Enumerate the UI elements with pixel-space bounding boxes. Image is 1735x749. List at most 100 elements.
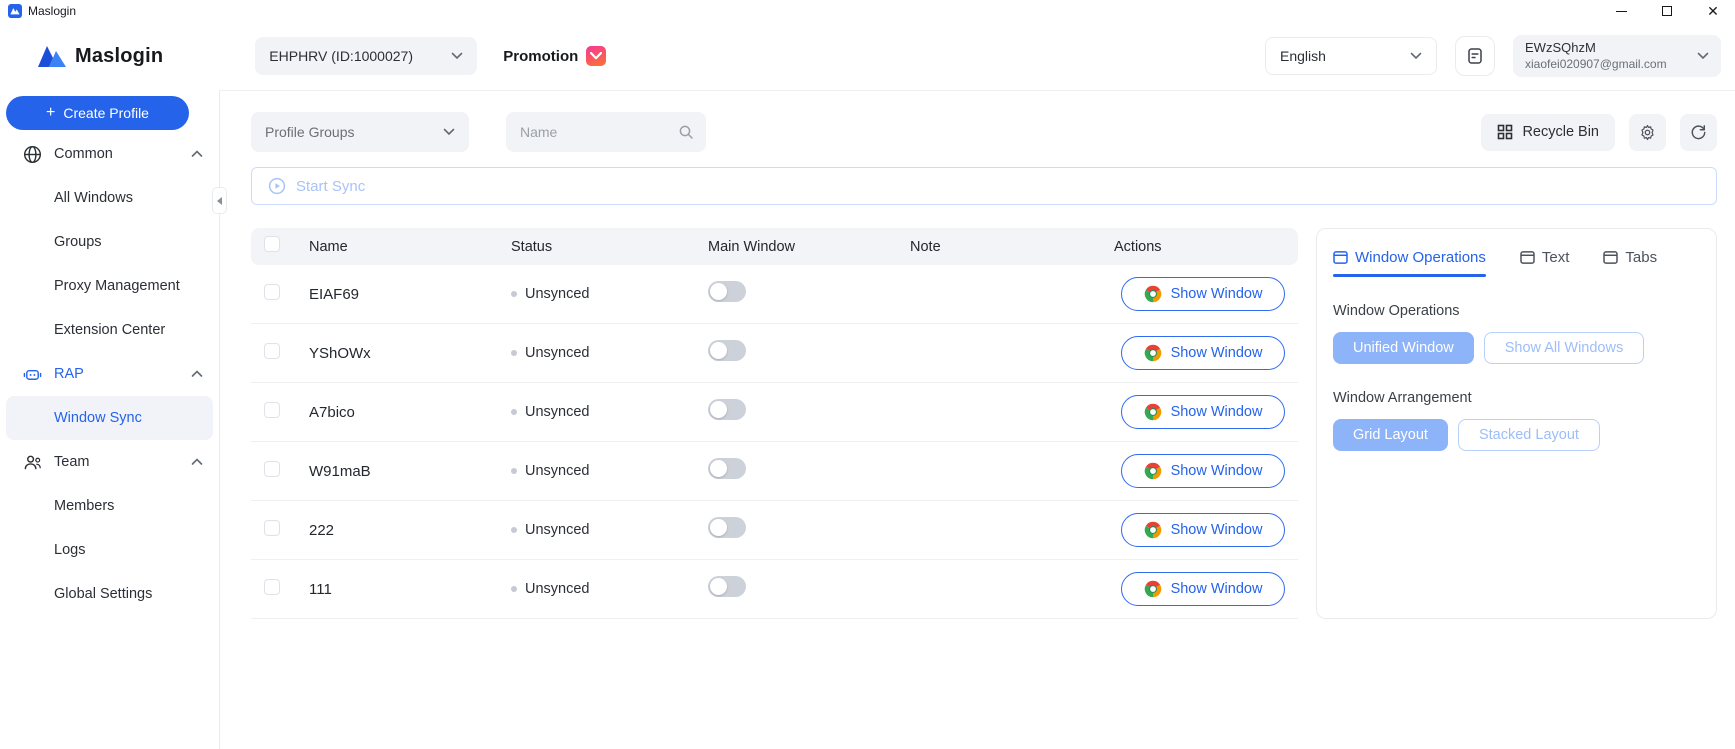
row-checkbox[interactable] <box>264 520 280 536</box>
tab-text[interactable]: Text <box>1520 249 1570 277</box>
status-text: Unsynced <box>525 286 589 302</box>
sidebar-item-extension-center[interactable]: Extension Center <box>6 308 213 352</box>
chrome-icon <box>1144 521 1162 539</box>
row-checkbox[interactable] <box>264 579 280 595</box>
sidebar-collapse-button[interactable] <box>212 187 227 214</box>
status-dot-icon <box>511 409 517 415</box>
maslogin-logo: Maslogin <box>37 44 163 68</box>
show-window-label: Show Window <box>1171 522 1263 538</box>
name-search-field <box>506 112 706 152</box>
show-window-label: Show Window <box>1171 463 1263 479</box>
search-icon[interactable] <box>678 124 694 140</box>
show-window-button[interactable]: Show Window <box>1121 513 1285 547</box>
row-checkbox[interactable] <box>264 343 280 359</box>
language-selector[interactable]: English <box>1265 37 1437 75</box>
profile-groups-label: Profile Groups <box>265 124 354 140</box>
item-label: Groups <box>54 234 102 250</box>
toggle-knob <box>710 578 727 595</box>
start-sync-button[interactable]: Start Sync <box>251 167 1717 205</box>
tab-window-operations[interactable]: Window Operations <box>1333 249 1486 277</box>
show-window-button[interactable]: Show Window <box>1121 336 1285 370</box>
sidebar-section-team[interactable]: Team <box>6 440 213 484</box>
maslogin-logo-icon <box>37 44 67 68</box>
show-window-button[interactable]: Show Window <box>1121 395 1285 429</box>
recycle-bin-button[interactable]: Recycle Bin <box>1481 114 1615 151</box>
window-arrangement-section-label: Window Arrangement <box>1333 390 1700 406</box>
tab-tabs[interactable]: Tabs <box>1603 249 1657 277</box>
start-sync-label: Start Sync <box>296 178 365 195</box>
promotion-link[interactable]: Promotion <box>503 46 606 66</box>
minimize-icon[interactable] <box>1613 3 1629 19</box>
grid-icon <box>1497 124 1513 140</box>
main-window-toggle[interactable] <box>708 517 746 538</box>
window-titlebar: Maslogin ✕ <box>0 0 1735 22</box>
show-window-button[interactable]: Show Window <box>1121 277 1285 311</box>
stacked-layout-button[interactable]: Stacked Layout <box>1458 419 1600 451</box>
sidebar-section-common[interactable]: Common <box>6 132 213 176</box>
language-selector-label: English <box>1280 48 1326 64</box>
show-window-button[interactable]: Show Window <box>1121 454 1285 488</box>
main-window-toggle[interactable] <box>708 340 746 361</box>
chevron-left-icon <box>217 197 222 205</box>
main-window-toggle[interactable] <box>708 281 746 302</box>
sidebar-section-rap[interactable]: RAP <box>6 352 213 396</box>
play-circle-icon <box>268 177 286 195</box>
row-checkbox[interactable] <box>264 461 280 477</box>
item-label: Logs <box>54 542 85 558</box>
row-checkbox[interactable] <box>264 402 280 418</box>
user-account-menu[interactable]: EWzSQhzM xiaofei020907@gmail.com <box>1513 35 1721 77</box>
create-profile-label: Create Profile <box>63 105 149 121</box>
sidebar-item-all-windows[interactable]: All Windows <box>6 176 213 220</box>
table-row: YShOWx Unsynced Show Window <box>251 324 1298 383</box>
chrome-icon <box>1144 462 1162 480</box>
app-icon <box>8 4 22 18</box>
main-window-toggle[interactable] <box>708 576 746 597</box>
toggle-knob <box>710 460 727 477</box>
user-name: EWzSQhzM <box>1525 40 1667 56</box>
chrome-icon <box>1144 580 1162 598</box>
show-all-windows-button[interactable]: Show All Windows <box>1484 332 1644 364</box>
create-profile-button[interactable]: + Create Profile <box>6 96 189 130</box>
main-window-toggle[interactable] <box>708 458 746 479</box>
sidebar-item-global-settings[interactable]: Global Settings <box>6 572 213 616</box>
chrome-icon <box>1144 344 1162 362</box>
sidebar-item-groups[interactable]: Groups <box>6 220 213 264</box>
chevron-up-icon <box>191 150 203 158</box>
plus-icon: + <box>46 105 55 121</box>
select-all-checkbox[interactable] <box>264 236 280 252</box>
unified-window-button[interactable]: Unified Window <box>1333 332 1474 364</box>
profile-name: A7bico <box>309 404 511 421</box>
sidebar-item-proxy-management[interactable]: Proxy Management <box>6 264 213 308</box>
profile-groups-select[interactable]: Profile Groups <box>251 112 469 152</box>
profiles-table: Name Status Main Window Note Actions EIA… <box>251 228 1298 619</box>
settings-button[interactable] <box>1629 114 1666 151</box>
tab-label: Text <box>1542 249 1570 266</box>
profile-name: 111 <box>309 581 511 598</box>
refresh-button[interactable] <box>1680 114 1717 151</box>
maximize-icon[interactable] <box>1659 3 1675 19</box>
recycle-bin-label: Recycle Bin <box>1522 124 1599 140</box>
close-icon[interactable]: ✕ <box>1705 3 1721 19</box>
item-label: All Windows <box>54 190 133 206</box>
main-window-toggle[interactable] <box>708 399 746 420</box>
table-row: A7bico Unsynced Show Window <box>251 383 1298 442</box>
chevron-down-icon <box>443 128 455 136</box>
sidebar-item-window-sync[interactable]: Window Sync <box>6 396 213 440</box>
table-header: Name Status Main Window Note Actions <box>251 228 1298 265</box>
grid-layout-button[interactable]: Grid Layout <box>1333 419 1448 451</box>
show-window-button[interactable]: Show Window <box>1121 572 1285 606</box>
column-header-note: Note <box>910 239 1114 255</box>
sidebar-item-logs[interactable]: Logs <box>6 528 213 572</box>
profile-status: Unsynced <box>511 522 708 538</box>
column-header-main-window: Main Window <box>708 239 910 255</box>
workspace-selector[interactable]: EHPHRV (ID:1000027) <box>255 37 477 75</box>
item-label: Extension Center <box>54 322 165 338</box>
document-icon[interactable] <box>1455 36 1495 76</box>
globe-icon <box>22 145 42 164</box>
row-checkbox[interactable] <box>264 284 280 300</box>
name-search-input[interactable] <box>520 124 678 140</box>
sidebar-item-members[interactable]: Members <box>6 484 213 528</box>
profile-status: Unsynced <box>511 581 708 597</box>
show-window-label: Show Window <box>1171 345 1263 361</box>
chevron-up-icon <box>191 458 203 466</box>
